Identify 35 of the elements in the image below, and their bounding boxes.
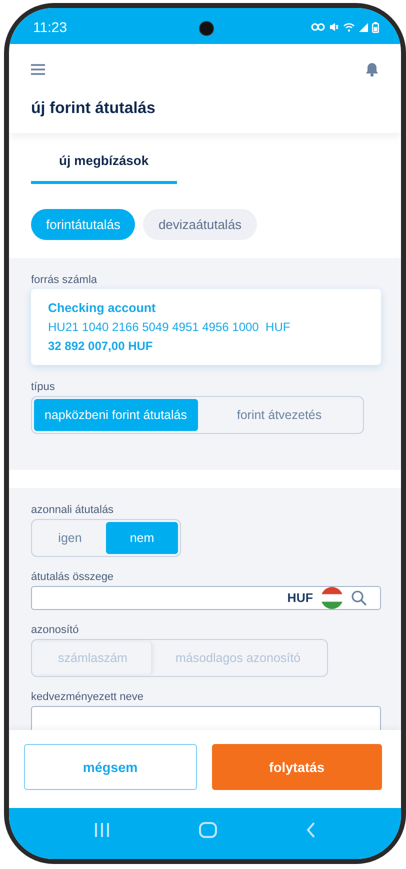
field-label: kedvezményezett neve <box>31 691 144 703</box>
continue-button[interactable]: folytatás <box>212 744 382 790</box>
field-label: típus <box>31 381 55 393</box>
field-label: forrás számla <box>31 274 98 286</box>
segment-option[interactable]: igen <box>34 522 106 554</box>
bell-icon[interactable] <box>365 62 379 76</box>
menu-icon[interactable] <box>31 64 45 74</box>
tab[interactable]: új megbízások <box>31 147 177 184</box>
segment-option[interactable]: forint átvezetés <box>198 399 361 431</box>
field-label: azonosító <box>31 624 79 636</box>
battery-icon <box>372 22 379 32</box>
field-label: átutalás összege <box>31 571 114 583</box>
signal-icon <box>359 22 368 32</box>
search-icon[interactable] <box>351 590 367 606</box>
transfer-type-chip[interactable]: devizaátutalás <box>143 209 257 240</box>
amount-field[interactable]: HUF <box>31 586 381 610</box>
name-field[interactable] <box>31 706 381 730</box>
recent-apps-icon[interactable] <box>94 822 110 836</box>
page-title: új forint átutalás <box>31 100 156 118</box>
transfer-type-chip[interactable]: forintátutalás <box>31 209 136 240</box>
account-number: HU21 1040 2166 5049 4951 4956 1000 HUF <box>48 320 292 334</box>
wifi-icon <box>343 22 355 32</box>
back-icon[interactable] <box>306 822 316 838</box>
home-icon[interactable] <box>198 822 217 838</box>
account-card[interactable]: Checking account HU21 1040 2166 5049 4951 4956 1000 HUF 32 892 007,00 HUF <box>31 289 381 365</box>
account-name: Checking account <box>48 301 157 315</box>
segment-option[interactable]: napközbeni forint átutalás <box>34 399 198 431</box>
mute-icon <box>329 22 339 32</box>
cancel-button[interactable]: mégsem <box>24 744 196 790</box>
account-balance: 32 892 007,00 HUF <box>48 339 154 353</box>
field-label: azonnali átutalás <box>31 504 114 516</box>
segment-option[interactable]: nem <box>106 522 178 554</box>
status-time: 11:23 <box>33 19 67 35</box>
flag-icon <box>321 587 343 609</box>
currency-code: HUF <box>287 591 313 605</box>
